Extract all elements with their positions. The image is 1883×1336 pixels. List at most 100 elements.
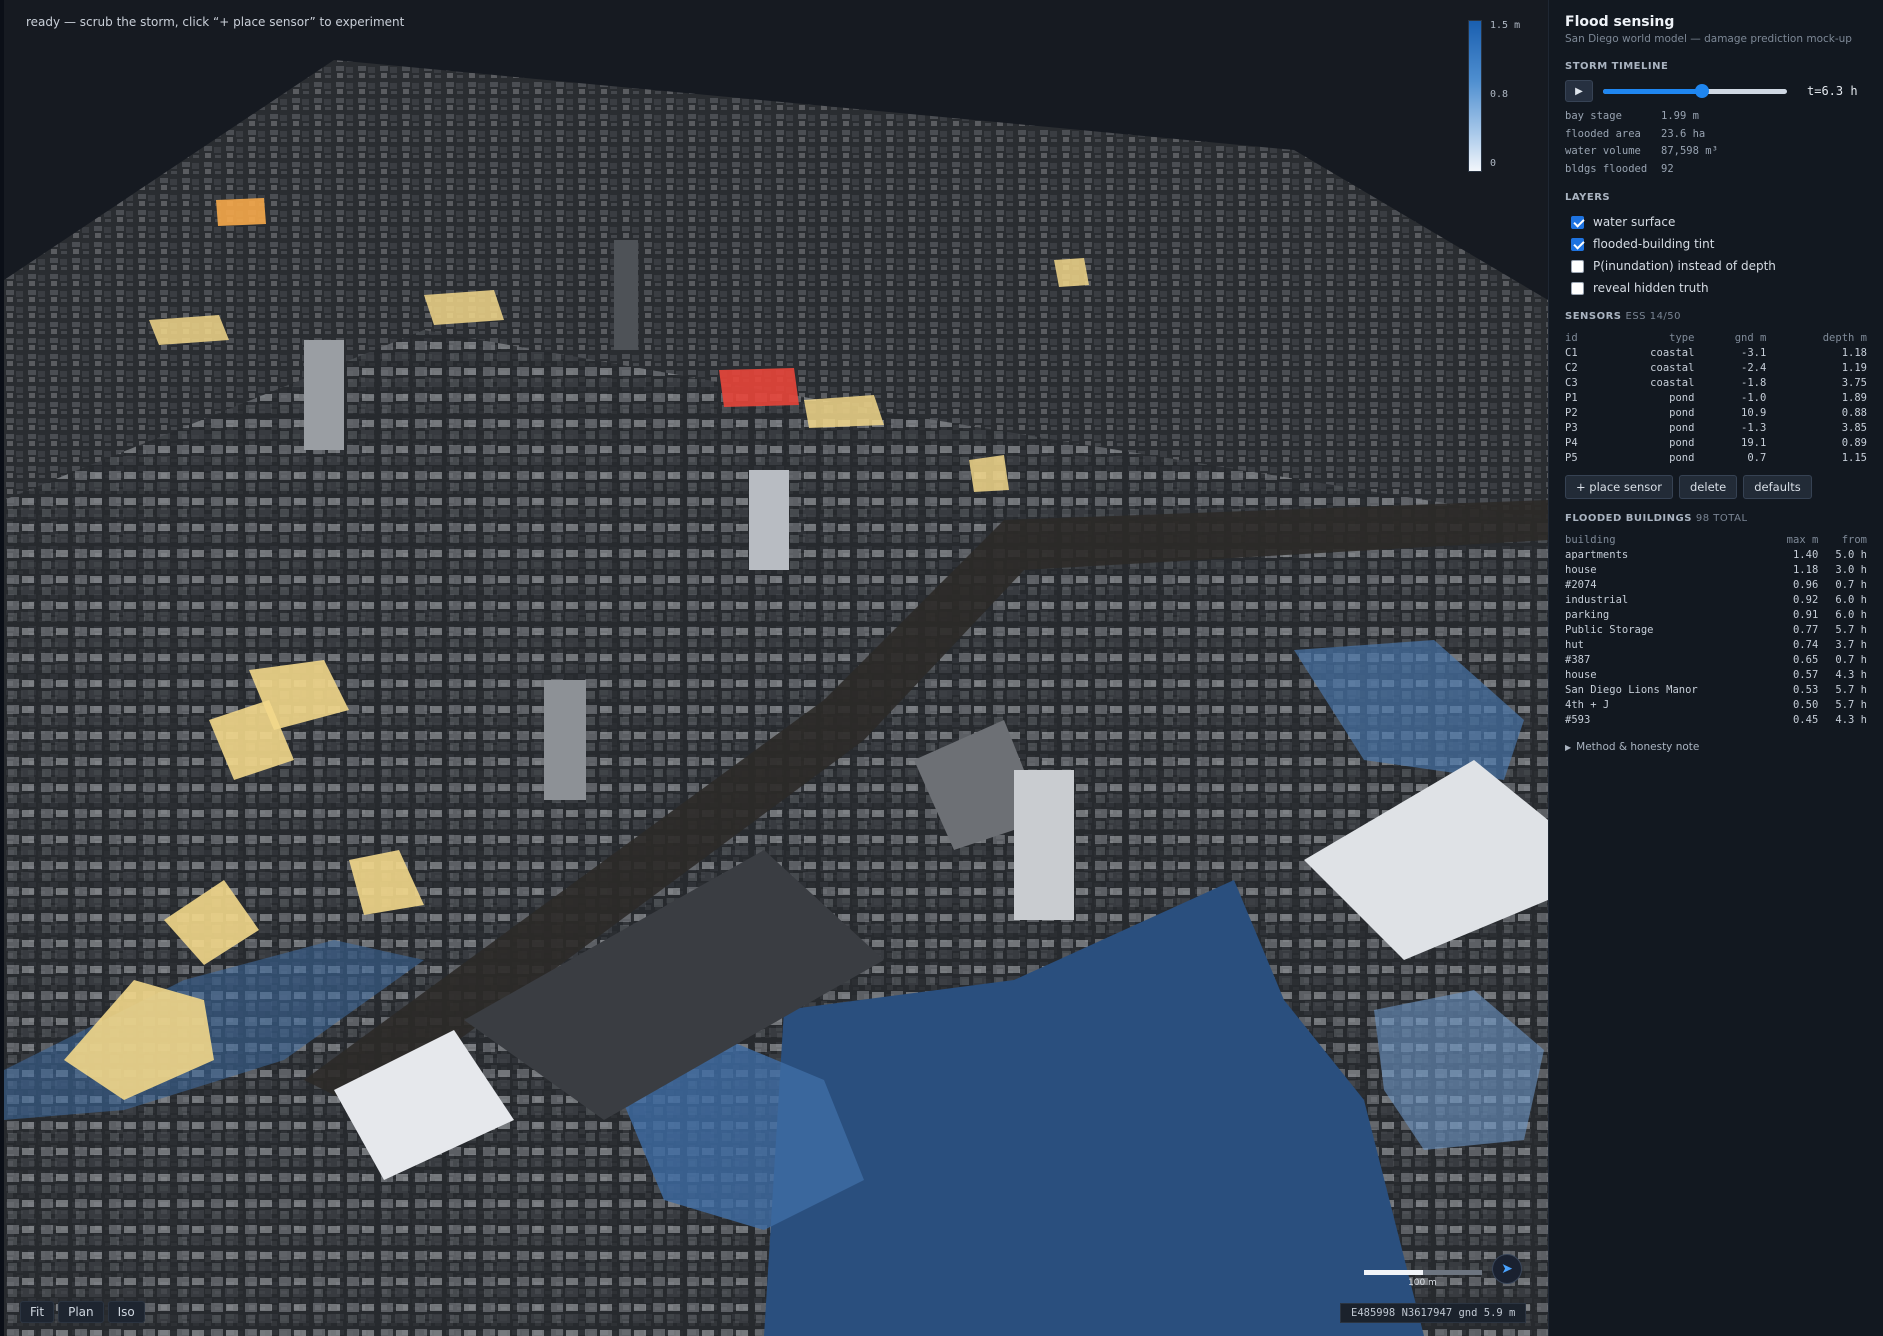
method-note-toggle[interactable]: ▶ Method & honesty note (1565, 741, 1867, 753)
sensor-row[interactable]: P4 pond 19.1 0.89 (1565, 435, 1867, 450)
sensor-row[interactable]: P1 pond -1.0 1.89 (1565, 390, 1867, 405)
place-sensor-button[interactable]: + place sensor (1565, 475, 1673, 499)
checkbox[interactable] (1571, 259, 1584, 273)
flooded-building-row[interactable]: industrial 0.92 6.0 h (1565, 592, 1867, 607)
storm-stats: bay stage 1.99 m flooded area 23.6 ha wate… (1565, 108, 1867, 178)
disclosure-triangle-icon: ▶ (1565, 743, 1572, 752)
table-cell: 1.18 (1841, 346, 1867, 359)
table-cell: 0.53 (1792, 683, 1819, 696)
table-cell: industrial (1565, 593, 1629, 606)
stat-row: bldgs flooded 92 (1565, 162, 1674, 175)
table-cell: 0.45 (1792, 713, 1819, 726)
flooded-buildings-table: building max m from apartments 1.40 5.0 hh… (1565, 533, 1867, 727)
table-cell: -3.1 (1741, 346, 1767, 359)
table-cell: pond (1669, 421, 1695, 434)
depth-color-ramp (1468, 20, 1482, 172)
layers-list: water surface flooded-building tint P(in… (1565, 211, 1867, 299)
checkbox[interactable] (1571, 215, 1584, 229)
table-cell: 1.40 (1792, 548, 1819, 561)
checkbox[interactable] (1571, 281, 1584, 295)
table-cell: 5.7 h (1835, 683, 1867, 696)
layer-reveal-hidden-truth[interactable]: reveal hidden truth (1565, 277, 1867, 299)
table-cell: -1.8 (1741, 376, 1767, 389)
defaults-button[interactable]: defaults (1743, 475, 1812, 499)
flooded-building-row[interactable]: hut 0.74 3.7 h (1565, 637, 1867, 652)
legend-max: 1.5 m (1490, 20, 1521, 31)
stat-row: flooded area 23.6 ha (1565, 127, 1706, 140)
fit-button[interactable]: Fit (20, 1301, 55, 1323)
iso-button[interactable]: Iso (107, 1301, 145, 1323)
table-cell: 5.0 h (1835, 548, 1867, 561)
storm-time-slider[interactable] (1603, 84, 1787, 98)
table-cell: 0.96 (1792, 578, 1819, 591)
table-cell: P1 (1565, 391, 1578, 404)
table-cell: C2 (1565, 361, 1578, 374)
flooded-building-row[interactable]: 4th + J 0.50 5.7 h (1565, 697, 1867, 712)
sensor-row[interactable]: C2 coastal -2.4 1.19 (1565, 360, 1867, 375)
table-cell: 0.77 (1792, 623, 1819, 636)
table-cell: 0.91 (1792, 608, 1819, 621)
table-cell: -1.3 (1741, 421, 1767, 434)
layer-flooded-building-tint[interactable]: flooded-building tint (1565, 233, 1867, 255)
storm-timeline: ▶ t=6.3 h (1565, 80, 1867, 102)
table-cell: coastal (1650, 376, 1695, 389)
table-cell: #2074 (1565, 578, 1597, 591)
table-cell: San Diego Lions Manor (1565, 683, 1698, 696)
table-cell: 3.75 (1841, 376, 1867, 389)
flooded-building-row[interactable]: Public Storage 0.77 5.7 h (1565, 622, 1867, 637)
delete-sensor-button[interactable]: delete (1679, 475, 1738, 499)
play-icon: ▶ (1575, 85, 1583, 97)
flooded-building-row[interactable]: house 1.18 3.0 h (1565, 562, 1867, 577)
table-cell: house (1565, 563, 1597, 576)
sensor-row[interactable]: P5 pond 0.7 1.15 (1565, 450, 1867, 465)
table-cell: 0.74 (1792, 638, 1819, 651)
sensor-row[interactable]: P2 pond 10.9 0.88 (1565, 405, 1867, 420)
flooded-building-row[interactable]: #2074 0.96 0.7 h (1565, 577, 1867, 592)
table-cell: -1.0 (1741, 391, 1767, 404)
layer-water-surface[interactable]: water surface (1565, 211, 1867, 233)
table-cell: #387 (1565, 653, 1591, 666)
table-cell: pond (1669, 436, 1695, 449)
sensor-row[interactable]: C3 coastal -1.8 3.75 (1565, 375, 1867, 390)
table-cell: 0.57 (1792, 668, 1819, 681)
table-cell: pond (1669, 451, 1695, 464)
slider-thumb[interactable] (1695, 84, 1710, 98)
table-cell: C1 (1565, 346, 1578, 359)
sensors-heading: SENSORS ESS 14/50 (1565, 311, 1682, 322)
storm-timeline-heading: STORM TIMELINE (1565, 61, 1669, 72)
city-scene[interactable] (4, 0, 1548, 1336)
table-cell: Public Storage (1565, 623, 1654, 636)
sensor-row[interactable]: P3 pond -1.3 3.85 (1565, 420, 1867, 435)
layer-p-inundation[interactable]: P(inundation) instead of depth (1565, 255, 1867, 277)
stat-row: water volume 87,598 m³ (1565, 145, 1718, 157)
table-cell: 5.7 h (1835, 698, 1867, 711)
layers-heading: LAYERS (1565, 192, 1611, 203)
flooded-building-row[interactable]: house 0.57 4.3 h (1565, 667, 1867, 682)
plan-button[interactable]: Plan (58, 1301, 104, 1323)
table-cell: 1.15 (1841, 451, 1867, 464)
flooded-building-row[interactable]: parking 0.91 6.0 h (1565, 607, 1867, 622)
table-cell: 1.19 (1841, 361, 1867, 374)
sensor-row[interactable]: C1 coastal -3.1 1.18 (1565, 345, 1867, 360)
flooded-building-row[interactable]: #593 0.45 4.3 h (1565, 712, 1867, 727)
flooded-building-row[interactable]: #387 0.65 0.7 h (1565, 652, 1867, 667)
table-cell: pond (1669, 391, 1695, 404)
flooded-building-row[interactable]: apartments 1.40 5.0 h (1565, 547, 1867, 562)
table-cell: 4th + J (1565, 698, 1610, 711)
flooded-building-row[interactable]: San Diego Lions Manor 0.53 5.7 h (1565, 682, 1867, 697)
panel-subtitle: San Diego world model — damage predictio… (1565, 33, 1852, 45)
table-cell: 0.7 (1747, 451, 1767, 464)
table-cell: coastal (1650, 361, 1695, 374)
table-cell: P2 (1565, 406, 1578, 419)
map-viewport[interactable]: ready — scrub the storm, click “+ place … (4, 0, 1548, 1336)
table-cell: hut (1565, 638, 1584, 651)
checkbox[interactable] (1571, 237, 1584, 251)
depth-legend: 1.5 m 0.8 0 (1464, 20, 1544, 180)
play-button[interactable]: ▶ (1565, 80, 1593, 102)
side-panel: Flood sensing San Diego world model — da… (1548, 0, 1883, 1336)
table-cell: 5.7 h (1835, 623, 1867, 636)
compass-icon[interactable]: ➤ (1492, 1254, 1522, 1284)
stat-row: bay stage 1.99 m (1565, 110, 1699, 122)
table-cell: coastal (1650, 346, 1695, 359)
table-cell: #593 (1565, 713, 1591, 726)
